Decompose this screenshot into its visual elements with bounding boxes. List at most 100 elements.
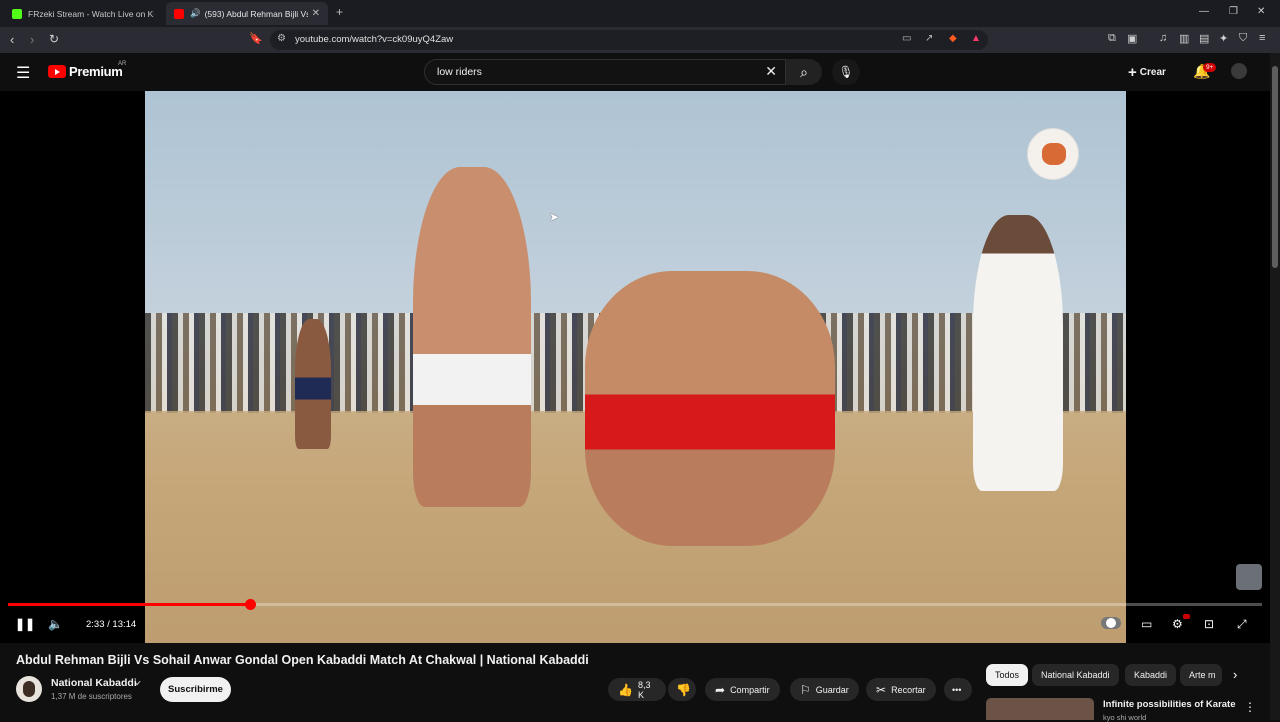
tab-title: FRzeki Stream - Watch Live on Kick	[28, 8, 154, 19]
youtube-logo[interactable]: Premium AR	[48, 61, 127, 79]
progress-bar[interactable]	[8, 599, 1262, 610]
video-title: Abdul Rehman Bijli Vs Sohail Anwar Gonda…	[16, 653, 589, 667]
related-video-thumbnail[interactable]	[986, 698, 1094, 720]
search-query: low riders	[437, 66, 482, 78]
volume-icon[interactable]: 🔈	[48, 617, 63, 631]
related-video-title[interactable]: Infinite possibilities of Karate	[1103, 699, 1236, 710]
autoplay-toggle[interactable]	[1101, 617, 1121, 629]
clip-label: Recortar	[891, 684, 926, 695]
clear-search-icon[interactable]: ✕	[765, 63, 777, 80]
video-player[interactable]: ➤ ❚❚ 🔈 2:33 / 13:14 ▭ ⚙ ⊡ ⤢	[0, 91, 1270, 643]
youtube-favicon-icon	[174, 8, 184, 19]
hamburger-menu-icon[interactable]: ☰	[16, 63, 30, 83]
search-input[interactable]: low riders ✕	[424, 59, 786, 85]
media-icon[interactable]: ♫	[1159, 32, 1167, 44]
microphone-icon: 🎙	[838, 65, 854, 79]
country-code: AR	[118, 61, 127, 67]
site-info-icon[interactable]: ⚙	[277, 33, 286, 44]
browser-tab-strip: FRzeki Stream - Watch Live on Kick 🔊 (59…	[0, 0, 1280, 27]
video-frame[interactable]: ➤	[145, 91, 1126, 643]
close-window-icon[interactable]: ✕	[1257, 6, 1265, 17]
save-label: Guardar	[815, 684, 849, 695]
logo-text: Premium	[69, 64, 123, 79]
verified-icon: ✔	[135, 679, 142, 688]
subscriber-count: 1,37 M de suscriptores	[51, 692, 132, 701]
tab-kick[interactable]: FRzeki Stream - Watch Live on Kick	[4, 2, 162, 25]
clip-button[interactable]: ✂ Recortar	[866, 678, 936, 701]
scrollbar-thumb[interactable]	[1272, 66, 1278, 268]
pause-icon[interactable]: ❚❚	[15, 617, 35, 631]
channel-thumbnail-overlay[interactable]	[1236, 564, 1262, 590]
bookmark-icon[interactable]: 🔖	[249, 32, 263, 45]
more-actions-button[interactable]: •••	[944, 678, 972, 701]
forward-icon[interactable]: ›	[30, 32, 34, 47]
wallet-icon[interactable]: ▣	[1127, 32, 1137, 45]
channel-watermark[interactable]	[1027, 128, 1079, 180]
save-button[interactable]: ⚐ Guardar	[790, 678, 859, 701]
scissors-icon: ✂	[876, 682, 887, 697]
share-button[interactable]: ➦ Compartir	[705, 678, 780, 701]
tab-youtube[interactable]: 🔊 (593) Abdul Rehman Bijli Vs S ✕	[166, 2, 328, 25]
more-vertical-icon[interactable]: ⋮	[1244, 700, 1256, 714]
chip-kabaddi[interactable]: Kabaddi	[1125, 664, 1177, 686]
extensions-icon[interactable]: ⧉	[1108, 32, 1116, 45]
share-arrow-icon: ➦	[715, 682, 726, 697]
vpn-icon[interactable]: ⛉	[1239, 32, 1247, 45]
share-label: Compartir	[730, 684, 770, 695]
share-icon[interactable]: ↗	[925, 33, 933, 44]
account-avatar[interactable]	[1231, 63, 1247, 79]
miniplayer-icon[interactable]: ⊡	[1204, 617, 1214, 631]
new-tab-icon[interactable]: +	[336, 5, 343, 19]
bookmark-save-icon: ⚐	[800, 682, 811, 697]
player-red-shorts	[585, 271, 835, 546]
channel-name[interactable]: National Kabaddi	[51, 677, 137, 689]
subtitles-icon[interactable]: ▭	[1141, 617, 1152, 631]
like-count: 8,3 K	[637, 679, 651, 700]
fullscreen-icon[interactable]: ⤢	[1237, 617, 1247, 632]
settings-gear-icon[interactable]: ⚙	[1172, 617, 1183, 631]
minimize-icon[interactable]: —	[1199, 6, 1209, 17]
brave-rewards-icon[interactable]: ▲	[971, 33, 981, 44]
kick-favicon-icon	[12, 8, 22, 19]
background-player	[295, 319, 331, 449]
browser-menu-icon[interactable]: ≡	[1259, 32, 1265, 44]
voice-search-button[interactable]: 🎙	[832, 59, 860, 85]
youtube-header: ☰ Premium AR low riders ✕ ⌕ 🎙 + Crear 🔔	[0, 53, 1280, 91]
mouse-cursor-icon: ➤	[549, 210, 560, 224]
url-text: youtube.com/watch?v=ck09uyQ4Zaw	[295, 34, 454, 45]
dislike-button[interactable]: 👎	[668, 678, 696, 701]
hd-badge	[1183, 614, 1190, 619]
chevron-right-icon[interactable]: ›	[1233, 667, 1237, 682]
chip-national-kabaddi[interactable]: National Kabaddi	[1032, 664, 1119, 686]
notification-badge: 9+	[1203, 63, 1217, 72]
time-display: 2:33 / 13:14	[86, 619, 137, 630]
url-field[interactable]: ⚙ youtube.com/watch?v=ck09uyQ4Zaw ▭ ↗ ◆ …	[270, 30, 988, 50]
maximize-icon[interactable]: ❐	[1229, 6, 1238, 17]
scrubber-handle[interactable]	[245, 599, 257, 610]
create-label: Crear	[1139, 67, 1166, 78]
reload-icon[interactable]: ↻	[49, 32, 59, 46]
brave-shield-icon[interactable]: ◆	[949, 33, 957, 44]
plus-icon: +	[1128, 64, 1137, 81]
back-icon[interactable]: ‹	[10, 32, 14, 47]
thumbs-down-icon: 👎	[676, 682, 691, 697]
like-button[interactable]: 👍 8,3 K	[608, 678, 666, 701]
chip-todos[interactable]: Todos	[986, 664, 1029, 686]
create-button[interactable]: + Crear	[1128, 64, 1166, 81]
tabs-icon[interactable]: ▤	[1199, 32, 1209, 45]
progress-played	[8, 603, 251, 606]
channel-avatar[interactable]	[16, 676, 42, 702]
more-horizontal-icon: •••	[952, 684, 962, 695]
close-tab-icon[interactable]: ✕	[312, 8, 320, 19]
cast-icon[interactable]: ▭	[902, 33, 911, 44]
related-video-channel: kyo shi world	[1103, 713, 1147, 722]
sidebar-icon[interactable]: ▥	[1179, 32, 1189, 45]
chip-arte[interactable]: Arte m	[1180, 664, 1222, 686]
thumbs-up-icon: 👍	[618, 682, 633, 697]
player-white-shorts	[413, 167, 531, 507]
leo-icon[interactable]: ✦	[1219, 32, 1228, 45]
subscribe-button[interactable]: Suscribirme	[160, 677, 231, 702]
search-icon: ⌕	[800, 64, 808, 80]
search-button[interactable]: ⌕	[786, 59, 822, 85]
tab-title: (593) Abdul Rehman Bijli Vs S	[204, 8, 308, 19]
